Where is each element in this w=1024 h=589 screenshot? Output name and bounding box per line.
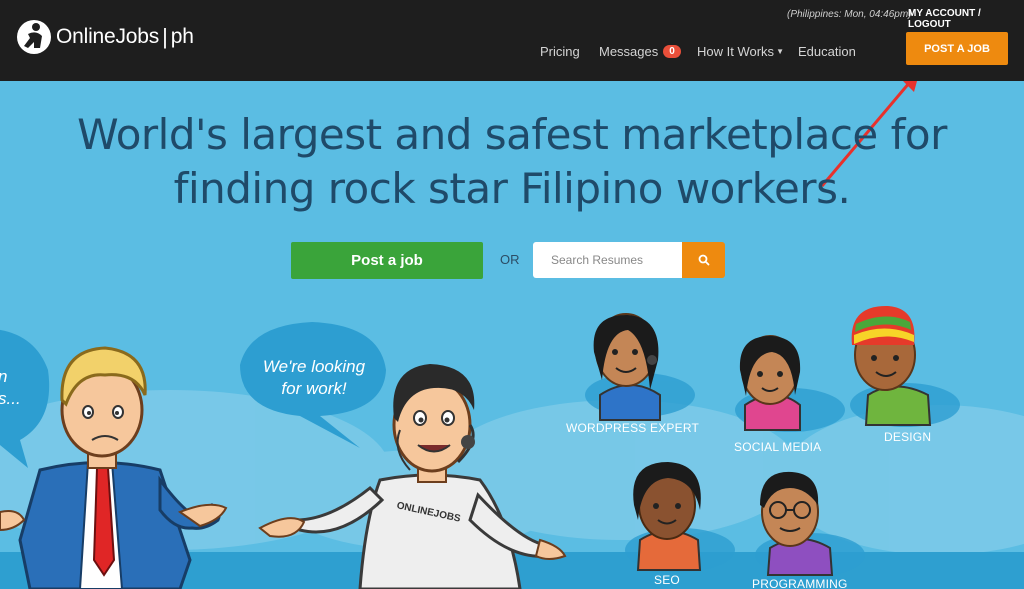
top-navigation-bar: OnlineJobs | ph (Philippines: Mon, 04:46… xyxy=(0,0,1024,81)
post-a-job-header-button[interactable]: POST A JOB xyxy=(906,32,1008,65)
account-logout-link[interactable]: MY ACCOUNT / LOGOUT xyxy=(908,8,1024,30)
category-design[interactable]: DESIGN xyxy=(884,430,931,444)
chevron-down-icon: ▼ xyxy=(776,47,784,56)
logo-tld: ph xyxy=(170,25,194,48)
worker-bubble-line1: We're looking xyxy=(262,357,366,376)
businessman-illustration xyxy=(0,346,228,589)
category-seo[interactable]: SEO xyxy=(654,573,680,587)
nav-how-it-works-label: How It Works xyxy=(697,44,775,59)
category-wordpress-expert[interactable]: WORDPRESS EXPERT xyxy=(566,421,699,435)
nav-how-it-works[interactable]: How It Works ▼ xyxy=(697,44,784,59)
nav-messages-label: Messages xyxy=(599,44,659,59)
category-programming[interactable]: PROGRAMMING xyxy=(752,577,848,589)
hero-headline-line1: World's largest and safest marketplace f… xyxy=(77,110,947,159)
hero-illustration xyxy=(0,70,1024,589)
left-bubble-text: n s... xyxy=(0,366,28,410)
hero-headline-line2: finding rock star Filipino workers. xyxy=(173,164,851,213)
logo-brand: OnlineJobs xyxy=(56,25,160,48)
search-button[interactable] xyxy=(682,242,725,278)
design-avatar xyxy=(851,305,932,426)
nav-education[interactable]: Education xyxy=(798,44,856,59)
hero-headline: World's largest and safest marketplace f… xyxy=(0,108,1024,216)
search-resumes-input[interactable] xyxy=(533,242,683,278)
nav-pricing[interactable]: Pricing xyxy=(540,44,580,59)
site-logo[interactable]: OnlineJobs | ph xyxy=(16,18,194,56)
left-bubble-line2: s... xyxy=(0,389,21,408)
post-a-job-button[interactable]: Post a job xyxy=(291,242,483,279)
wordpress-expert-avatar xyxy=(593,313,661,421)
timezone-indicator: (Philippines: Mon, 04:46pm) xyxy=(787,9,912,20)
nav-messages[interactable]: Messages 0 xyxy=(599,44,681,59)
seo-avatar xyxy=(633,462,702,571)
social-media-avatar xyxy=(739,335,801,431)
messages-count-badge: 0 xyxy=(663,45,681,58)
left-bubble-line1: n xyxy=(0,366,28,388)
worker-speech-bubble-text: We're looking for work! xyxy=(250,356,378,400)
programming-avatar xyxy=(760,471,834,576)
shirt-text: ONLINEJOBS xyxy=(395,500,462,525)
logo-separator: | xyxy=(162,24,168,49)
or-separator: OR xyxy=(500,252,520,267)
category-social-media[interactable]: SOCIAL MEDIA xyxy=(734,440,821,454)
search-icon xyxy=(698,254,709,266)
person-carrying-logo-icon xyxy=(17,20,51,54)
worker-bubble-line2: for work! xyxy=(281,379,347,398)
